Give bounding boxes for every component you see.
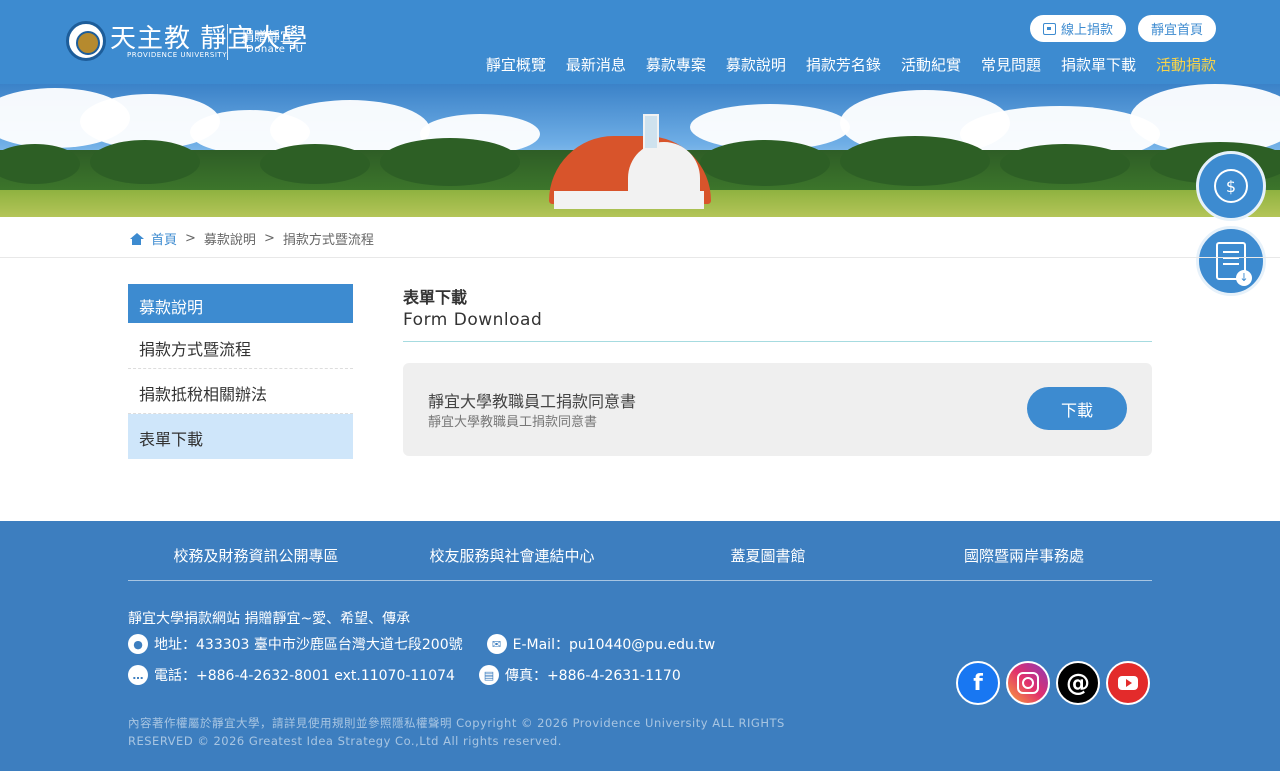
site-header: 天主教 靜宜大學 PROVIDENCE UNIVERSITY 捐贈靜宜 Dona…	[0, 0, 1280, 84]
nav-item-form-download[interactable]: 捐款單下載	[1061, 54, 1136, 75]
nav-item-donor-list[interactable]: 捐款芳名錄	[806, 54, 881, 75]
footer-link-alumni-center[interactable]: 校友服務與社會連結中心	[384, 545, 640, 566]
site-title[interactable]: 捐贈靜宜	[241, 26, 293, 45]
footer-link-international-office[interactable]: 國際暨兩岸事務處	[896, 545, 1152, 566]
pu-home-button[interactable]: 靜宜首頁	[1138, 15, 1216, 42]
page-title-en: Form Download	[403, 310, 543, 330]
breadcrumb-bar: 首頁 > 募款說明 > 捐款方式暨流程	[0, 217, 1280, 258]
logo-divider	[227, 24, 228, 60]
nav-item-event-donation[interactable]: 活動捐款	[1156, 54, 1216, 75]
pu-home-label: 靜宜首頁	[1150, 23, 1203, 38]
nav-item-faq[interactable]: 常見問題	[981, 54, 1041, 75]
sidebar-item-donation-process[interactable]: 捐款方式暨流程	[128, 324, 353, 369]
footer-contact-row: … 電話：+886-4-2632-8001 ext.11070-11074 ▤ …	[128, 665, 697, 685]
fax-icon: ▤	[478, 665, 499, 685]
footer-phone: 電話：+886-4-2632-8001 ext.11070-11074	[154, 668, 455, 684]
donation-hand-icon: $	[1214, 169, 1248, 203]
online-donate-button[interactable]: 線上捐款	[1030, 15, 1126, 42]
file-subtitle: 靜宜大學教職員工捐款同意書	[428, 415, 598, 430]
breadcrumb-separator: >	[185, 231, 196, 246]
footer-contact-row: ● 地址：433303 臺中市沙鹿區台灣大道七段200號 ✉ E-Mail：pu…	[128, 634, 731, 654]
instagram-icon[interactable]	[1006, 661, 1050, 705]
nav-item-projects[interactable]: 募款專案	[646, 54, 706, 75]
nav-item-overview[interactable]: 靜宜概覽	[486, 54, 546, 75]
sidebar-heading: 募款說明	[128, 284, 353, 323]
youtube-icon[interactable]	[1106, 661, 1150, 705]
nav-item-news[interactable]: 最新消息	[566, 54, 626, 75]
footer-link-public-info[interactable]: 校務及財務資訊公開專區	[128, 545, 384, 566]
footer-fax: 傳真：+886-4-2631-1170	[504, 668, 681, 684]
file-card: 靜宜大學教職員工捐款同意書 靜宜大學教職員工捐款同意書 下載	[403, 363, 1152, 456]
hero-banner-image	[0, 84, 1280, 217]
breadcrumb: 首頁 > 募款說明 > 捐款方式暨流程	[130, 229, 374, 248]
university-seal-logo[interactable]	[66, 21, 106, 61]
main-nav: 靜宜概覽 最新消息 募款專案 募款說明 捐款芳名錄 活動紀實 常見問題 捐款單下…	[486, 54, 1216, 75]
footer-address: 地址：433303 臺中市沙鹿區台灣大道七段200號	[154, 637, 463, 653]
site-title-en: Donate PU	[246, 44, 304, 55]
breadcrumb-home[interactable]: 首頁	[151, 229, 177, 248]
footer-copyright: 內容著作權屬於靜宜大學，請詳見使用規則並參照隱私權聲明 Copyright © …	[128, 716, 785, 748]
nav-item-fundraising-info[interactable]: 募款說明	[726, 54, 786, 75]
email-icon: ✉	[486, 634, 507, 654]
page-title: 表單下載	[403, 288, 468, 307]
online-donate-label: 線上捐款	[1060, 23, 1113, 38]
footer-divider	[128, 580, 1152, 581]
breadcrumb-separator: >	[263, 231, 275, 246]
home-icon[interactable]	[130, 232, 144, 245]
footer-email[interactable]: E-Mail：pu10440@pu.edu.tw	[513, 634, 716, 654]
footer-slogan: 靜宜大學捐款網站 捐贈靜宜~愛、希望、傳承	[128, 611, 411, 627]
footer-link-library[interactable]: 蓋夏圖書館	[640, 545, 896, 566]
float-donate-button[interactable]: $	[1196, 151, 1266, 221]
donation-box-icon	[1042, 22, 1056, 35]
facebook-icon[interactable]: f	[956, 661, 1000, 705]
sidebar-item-tax-deduction[interactable]: 捐款抵稅相關辦法	[128, 369, 353, 414]
breadcrumb-current[interactable]: 捐款方式暨流程	[283, 229, 374, 248]
site-footer: 校務及財務資訊公開專區 校友服務與社會連結中心 蓋夏圖書館 國際暨兩岸事務處 靜…	[0, 521, 1280, 771]
threads-icon[interactable]: @	[1056, 661, 1100, 705]
location-pin-icon: ●	[128, 634, 148, 654]
sidebar-item-form-download[interactable]: 表單下載	[128, 414, 353, 459]
file-title: 靜宜大學教職員工捐款同意書	[428, 392, 637, 411]
download-button[interactable]: 下載	[1027, 387, 1127, 430]
phone-chat-icon: …	[128, 665, 148, 685]
nav-item-events[interactable]: 活動紀實	[901, 54, 961, 75]
footer-links: 校務及財務資訊公開專區 校友服務與社會連結中心 蓋夏圖書館 國際暨兩岸事務處	[128, 545, 1152, 566]
breadcrumb-fundraising-info[interactable]: 募款說明	[204, 229, 256, 248]
title-divider	[403, 341, 1152, 342]
university-name-en: PROVIDENCE UNIVERSITY	[127, 51, 227, 59]
